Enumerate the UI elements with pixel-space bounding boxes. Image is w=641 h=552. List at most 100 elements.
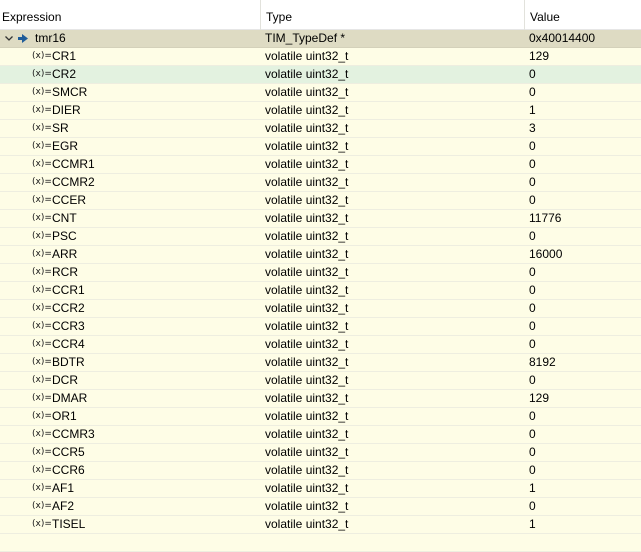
variable-icon: (x)= (32, 429, 52, 439)
field-name: BDTR (52, 355, 85, 369)
field-value[interactable]: 0 (529, 192, 536, 209)
table-row[interactable]: (x)= CCR4 volatile uint32_t 0 (0, 336, 641, 354)
field-name: PSC (52, 229, 77, 243)
table-row[interactable]: (x)= SMCR volatile uint32_t 0 (0, 84, 641, 102)
expression-value[interactable]: 0x40014400 (529, 30, 595, 47)
field-value[interactable]: 0 (529, 228, 536, 245)
table-row[interactable]: (x)= CCMR1 volatile uint32_t 0 (0, 156, 641, 174)
field-value[interactable]: 0 (529, 318, 536, 335)
field-type: volatile uint32_t (265, 427, 349, 441)
field-type: volatile uint32_t (265, 175, 349, 189)
field-value[interactable]: 0 (529, 138, 536, 155)
field-value[interactable]: 0 (529, 372, 536, 389)
chevron-down-icon[interactable] (3, 30, 15, 47)
field-value[interactable]: 0 (529, 498, 536, 515)
table-row[interactable]: (x)= CCR2 volatile uint32_t 0 (0, 300, 641, 318)
variable-icon: (x)= (32, 357, 52, 367)
table-row[interactable]: (x)= BDTR volatile uint32_t 8192 (0, 354, 641, 372)
field-name: AF2 (52, 499, 75, 513)
table-row[interactable]: (x)= CCMR2 volatile uint32_t 0 (0, 174, 641, 192)
variable-icon: (x)= (32, 87, 52, 97)
field-value[interactable]: 1 (529, 480, 536, 497)
field-value[interactable]: 0 (529, 264, 536, 281)
table-row[interactable]: (x)= CCER volatile uint32_t 0 (0, 192, 641, 210)
variable-icon: (x)= (32, 321, 52, 331)
table-row[interactable]: (x)= PSC volatile uint32_t 0 (0, 228, 641, 246)
table-row[interactable]: (x)= RCR volatile uint32_t 0 (0, 264, 641, 282)
field-name: CCR2 (52, 301, 85, 315)
field-name: CCER (52, 193, 87, 207)
field-value[interactable]: 1 (529, 516, 536, 533)
field-name: CCMR2 (52, 175, 95, 189)
field-value[interactable]: 0 (529, 84, 536, 101)
field-value[interactable]: 129 (529, 390, 549, 407)
column-header-value[interactable]: Value (525, 0, 641, 29)
field-name: CCR3 (52, 319, 85, 333)
field-name: DIER (52, 103, 81, 117)
table-row[interactable]: (x)= DIER volatile uint32_t 1 (0, 102, 641, 120)
table-row[interactable]: (x)= CCR3 volatile uint32_t 0 (0, 318, 641, 336)
field-type: volatile uint32_t (265, 355, 349, 369)
field-name: CCR4 (52, 337, 85, 351)
field-value[interactable]: 3 (529, 120, 536, 137)
variable-icon: (x)= (32, 483, 52, 493)
field-name: CCR6 (52, 463, 85, 477)
expression-name: tmr16 (35, 31, 66, 45)
field-value[interactable]: 0 (529, 66, 536, 83)
table-row[interactable]: (x)= CR1 volatile uint32_t 129 (0, 48, 641, 66)
field-value[interactable]: 0 (529, 444, 536, 461)
table-row[interactable]: (x)= CNT volatile uint32_t 11776 (0, 210, 641, 228)
column-header-expression[interactable]: Expression (0, 0, 261, 29)
field-name: DMAR (52, 391, 88, 405)
field-value[interactable]: 0 (529, 282, 536, 299)
field-type: volatile uint32_t (265, 265, 349, 279)
field-name: OR1 (52, 409, 77, 423)
field-type: volatile uint32_t (265, 229, 349, 243)
expression-type: TIM_TypeDef * (265, 31, 346, 45)
field-name: CCR1 (52, 283, 85, 297)
table-row[interactable]: (x)= CCMR3 volatile uint32_t 0 (0, 426, 641, 444)
table-row[interactable]: (x)= CCR5 volatile uint32_t 0 (0, 444, 641, 462)
table-row[interactable]: (x)= CR2 volatile uint32_t 0 (0, 66, 641, 84)
field-type: volatile uint32_t (265, 121, 349, 135)
field-value[interactable]: 0 (529, 408, 536, 425)
field-type: volatile uint32_t (265, 247, 349, 261)
table-row[interactable]: (x)= EGR volatile uint32_t 0 (0, 138, 641, 156)
table-row[interactable]: (x)= ARR volatile uint32_t 16000 (0, 246, 641, 264)
field-type: volatile uint32_t (265, 481, 349, 495)
variable-icon: (x)= (32, 159, 52, 169)
field-type: volatile uint32_t (265, 49, 349, 63)
table-row[interactable]: (x)= CCR6 volatile uint32_t 0 (0, 462, 641, 480)
field-value[interactable]: 0 (529, 300, 536, 317)
field-value[interactable]: 0 (529, 336, 536, 353)
field-value[interactable]: 0 (529, 462, 536, 479)
field-value[interactable]: 0 (529, 174, 536, 191)
table-row[interactable]: (x)= DCR volatile uint32_t 0 (0, 372, 641, 390)
table-row[interactable]: (x)= DMAR volatile uint32_t 129 (0, 390, 641, 408)
field-value[interactable]: 11776 (529, 210, 561, 227)
table-row[interactable]: (x)= SR volatile uint32_t 3 (0, 120, 641, 138)
column-header-type[interactable]: Type (261, 0, 525, 29)
field-value[interactable]: 0 (529, 156, 536, 173)
variable-icon: (x)= (32, 249, 52, 259)
table-row[interactable]: (x)= OR1 volatile uint32_t 0 (0, 408, 641, 426)
field-value[interactable]: 16000 (529, 246, 562, 263)
table-row[interactable]: (x)= CCR1 volatile uint32_t 0 (0, 282, 641, 300)
table-row[interactable]: (x)= TISEL volatile uint32_t 1 (0, 516, 641, 534)
variable-icon: (x)= (32, 375, 52, 385)
table-row[interactable]: (x)= AF1 volatile uint32_t 1 (0, 480, 641, 498)
field-value[interactable]: 0 (529, 426, 536, 443)
field-value[interactable]: 129 (529, 48, 549, 65)
field-name: ARR (52, 247, 78, 261)
field-type: volatile uint32_t (265, 157, 349, 171)
tree-row-tmr16[interactable]: tmr16 TIM_TypeDef * 0x40014400 (0, 30, 641, 48)
field-value[interactable]: 1 (529, 102, 536, 119)
table-row[interactable]: (x)= AF2 volatile uint32_t 0 (0, 498, 641, 516)
variable-icon: (x)= (32, 177, 52, 187)
field-type: volatile uint32_t (265, 193, 349, 207)
field-name: SR (52, 121, 69, 135)
pointer-arrow-icon (18, 34, 28, 43)
variable-icon: (x)= (32, 339, 52, 349)
field-name: CCR5 (52, 445, 85, 459)
field-value[interactable]: 8192 (529, 354, 556, 371)
